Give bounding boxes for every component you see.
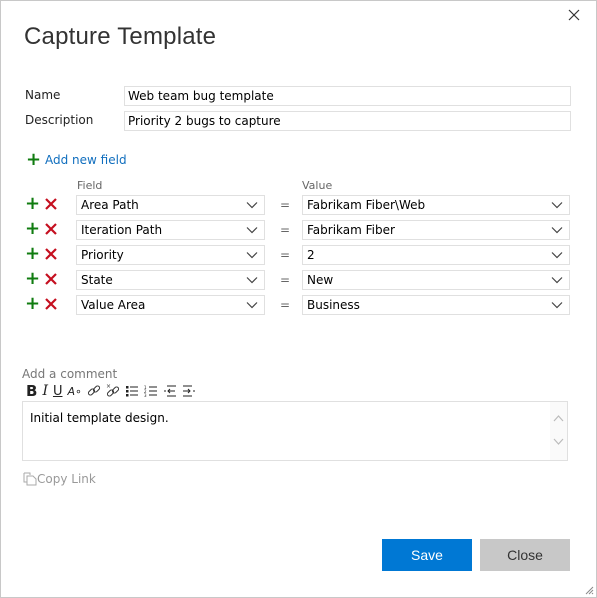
- field-select-value: State: [81, 273, 113, 287]
- name-input[interactable]: Web team bug template: [124, 86, 571, 106]
- delete-row-icon[interactable]: [44, 272, 58, 286]
- comment-editor[interactable]: Initial template design.: [22, 401, 568, 461]
- add-new-field-button[interactable]: + Add new field: [26, 149, 127, 170]
- chevron-down-icon: [246, 302, 258, 309]
- field-column-header: Field: [77, 179, 103, 192]
- value-select[interactable]: Fabrikam Fiber: [302, 220, 570, 240]
- value-select[interactable]: Fabrikam Fiber\Web: [302, 195, 570, 215]
- field-select[interactable]: Area Path: [76, 195, 265, 215]
- chevron-down-icon: [246, 277, 258, 284]
- add-row-icon[interactable]: +: [25, 295, 40, 313]
- value-select-value: 2: [307, 248, 315, 262]
- description-label: Description: [25, 113, 94, 127]
- chevron-down-icon: [246, 252, 258, 259]
- equals-operator: =: [280, 298, 291, 312]
- field-select-value: Value Area: [81, 298, 146, 312]
- value-select-value: Fabrikam Fiber: [307, 223, 395, 237]
- equals-operator: =: [280, 273, 291, 287]
- add-row-icon[interactable]: +: [25, 270, 40, 288]
- chevron-down-icon: [246, 227, 258, 234]
- save-button[interactable]: Save: [382, 539, 472, 571]
- capture-template-dialog: Capture Template Name Web team bug templ…: [0, 0, 597, 598]
- highlight-icon[interactable]: A∘: [67, 383, 81, 399]
- value-select[interactable]: 2: [302, 245, 570, 265]
- numbered-list-icon[interactable]: 123: [144, 383, 158, 399]
- value-select[interactable]: New: [302, 270, 570, 290]
- add-icon: +: [26, 149, 42, 170]
- comment-text: Initial template design.: [30, 411, 169, 425]
- delete-row-icon[interactable]: [44, 297, 58, 311]
- field-select-value: Area Path: [81, 198, 139, 212]
- description-input[interactable]: Priority 2 bugs to capture: [124, 111, 571, 131]
- chevron-down-icon: [551, 252, 563, 259]
- close-button[interactable]: Close: [480, 539, 570, 571]
- value-column-header: Value: [302, 179, 333, 192]
- copy-icon: [23, 472, 37, 486]
- bold-icon[interactable]: B: [26, 382, 37, 400]
- chevron-down-icon: [551, 302, 563, 309]
- svg-text:×: ×: [106, 383, 111, 390]
- chevron-down-icon: [551, 202, 563, 209]
- field-select[interactable]: State: [76, 270, 265, 290]
- equals-operator: =: [280, 248, 291, 262]
- svg-text:3: 3: [144, 393, 147, 398]
- italic-icon[interactable]: I: [42, 383, 48, 399]
- chevron-down-icon: [246, 202, 258, 209]
- field-select[interactable]: Iteration Path: [76, 220, 265, 240]
- delete-row-icon[interactable]: [44, 222, 58, 236]
- chevron-down-icon: [551, 227, 563, 234]
- field-select[interactable]: Priority: [76, 245, 265, 265]
- add-row-icon[interactable]: +: [25, 195, 40, 213]
- unlink-icon[interactable]: ×: [106, 383, 120, 399]
- delete-row-icon[interactable]: [44, 197, 58, 211]
- add-comment-label: Add a comment: [22, 367, 118, 381]
- copy-link-button[interactable]: Copy Link: [23, 472, 96, 486]
- add-new-field-label: Add new field: [45, 153, 127, 167]
- close-icon[interactable]: [566, 7, 582, 23]
- decrease-indent-icon[interactable]: [163, 383, 177, 399]
- field-select-value: Priority: [81, 248, 124, 262]
- link-icon[interactable]: [87, 383, 101, 399]
- editor-scrollbar[interactable]: [550, 402, 567, 460]
- scroll-up-icon[interactable]: [553, 414, 564, 422]
- dialog-title: Capture Template: [24, 23, 217, 50]
- bulleted-list-icon[interactable]: [125, 383, 139, 399]
- chevron-down-icon: [551, 277, 563, 284]
- field-select-value: Iteration Path: [81, 223, 163, 237]
- add-row-icon[interactable]: +: [25, 220, 40, 238]
- resize-grip-icon[interactable]: [584, 585, 594, 595]
- value-select-value: New: [307, 273, 334, 287]
- value-select-value: Fabrikam Fiber\Web: [307, 198, 426, 212]
- equals-operator: =: [280, 198, 291, 212]
- value-select[interactable]: Business: [302, 295, 570, 315]
- underline-icon[interactable]: U: [53, 383, 63, 399]
- equals-operator: =: [280, 223, 291, 237]
- field-select[interactable]: Value Area: [76, 295, 265, 315]
- increase-indent-icon[interactable]: [182, 383, 196, 399]
- value-select-value: Business: [307, 298, 360, 312]
- scroll-down-icon[interactable]: [553, 438, 564, 446]
- add-row-icon[interactable]: +: [25, 245, 40, 263]
- copy-link-label: Copy Link: [37, 472, 96, 486]
- delete-row-icon[interactable]: [44, 247, 58, 261]
- rich-text-toolbar: B I U A∘ × 123: [26, 382, 201, 400]
- name-label: Name: [25, 88, 61, 102]
